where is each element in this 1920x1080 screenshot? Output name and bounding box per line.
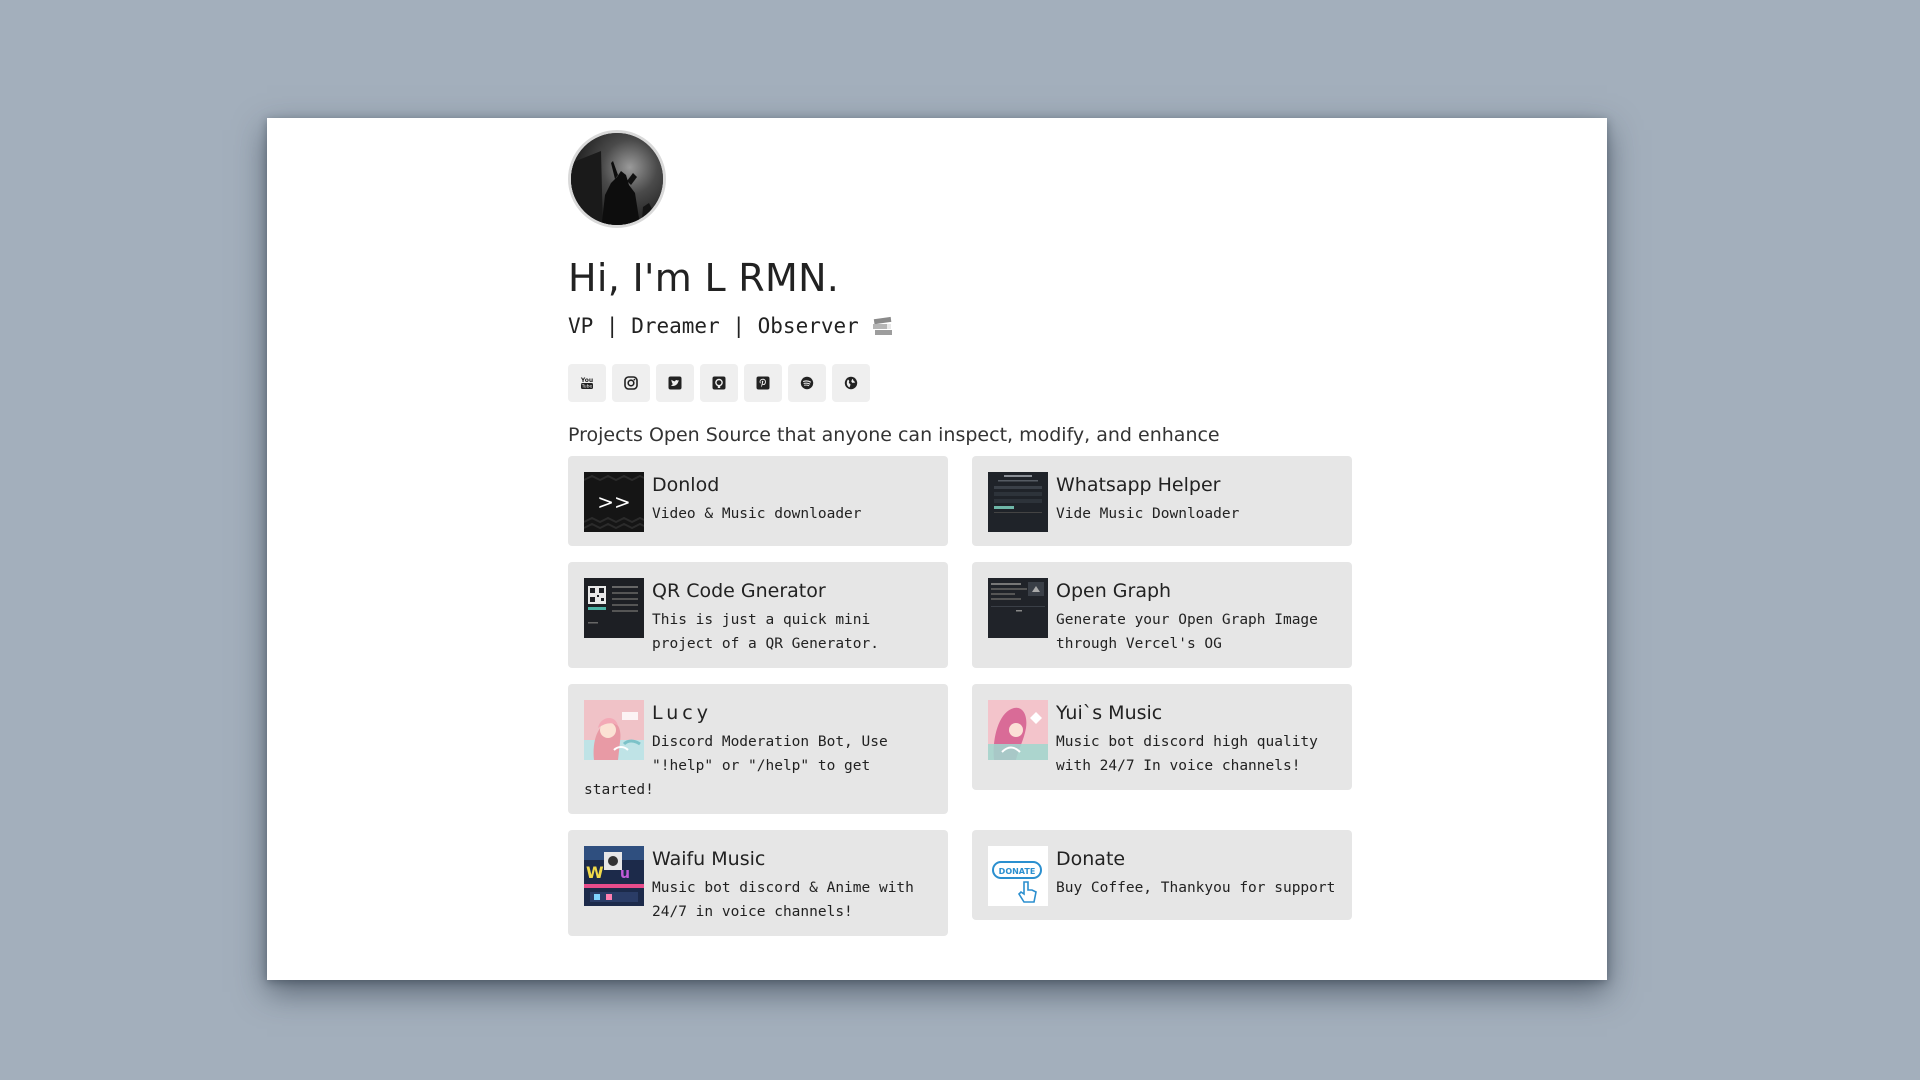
- project-thumbnail: DONATE: [988, 846, 1048, 906]
- spotify-link[interactable]: [788, 364, 826, 402]
- project-card-yuis-music[interactable]: Yui`s Music Music bot discord high quali…: [972, 684, 1352, 790]
- github-link[interactable]: [700, 364, 738, 402]
- project-card-qr-generator[interactable]: QR Code Gnerator This is just a quick mi…: [568, 562, 948, 668]
- project-card-donlod[interactable]: >> Donlod Video & Music downloader: [568, 456, 948, 546]
- svg-text:u: u: [620, 866, 630, 882]
- website-link[interactable]: [832, 364, 870, 402]
- tagline: VP | Dreamer | Observer: [568, 314, 1352, 338]
- page-title: Hi, I'm L RMN.: [568, 256, 840, 300]
- svg-text:W: W: [586, 863, 604, 882]
- svg-text:>>: >>: [597, 490, 631, 514]
- youtube-link[interactable]: You Tube: [568, 364, 606, 402]
- pinterest-icon: [756, 376, 770, 390]
- svg-text:DONATE: DONATE: [999, 867, 1036, 876]
- books-icon: [871, 315, 895, 337]
- project-thumbnail: [988, 472, 1048, 532]
- globe-icon: [844, 376, 858, 390]
- youtube-icon: You Tube: [580, 377, 593, 390]
- project-thumbnail: [988, 700, 1048, 760]
- project-card-whatsapp-helper[interactable]: Whatsapp Helper Vide Music Downloader: [972, 456, 1352, 546]
- project-thumbnail: [584, 700, 644, 760]
- project-card-lucy[interactable]: Lucy Discord Moderation Bot, Use "!help"…: [568, 684, 948, 814]
- twitter-link[interactable]: [656, 364, 694, 402]
- project-card-open-graph[interactable]: Open Graph Generate your Open Graph Imag…: [972, 562, 1352, 668]
- project-card-donate[interactable]: DONATE Donate Buy Coffee, Thankyou for s…: [972, 830, 1352, 920]
- avatar: [568, 130, 666, 228]
- twitter-icon: [668, 376, 682, 390]
- projects-intro: Projects Open Source that anyone can ins…: [568, 424, 1220, 446]
- project-thumbnail: W u: [584, 846, 644, 906]
- pinterest-link[interactable]: [744, 364, 782, 402]
- svg-text:Tube: Tube: [581, 384, 593, 390]
- project-thumbnail: >>: [584, 472, 644, 532]
- project-thumbnail: [988, 578, 1048, 638]
- project-thumbnail: [584, 578, 644, 638]
- github-icon: [712, 376, 726, 390]
- browser-page: Hi, I'm L RMN. VP | Dreamer | Observer Y…: [267, 118, 1607, 980]
- svg-text:You: You: [580, 377, 593, 384]
- spotify-icon: [800, 376, 814, 390]
- social-links: You Tube: [568, 364, 1352, 402]
- project-card-waifu-music[interactable]: W u Waifu Music Music bot discord & Anim…: [568, 830, 948, 936]
- main-content: Hi, I'm L RMN. VP | Dreamer | Observer Y…: [568, 130, 1352, 936]
- instagram-icon: [624, 376, 638, 390]
- tagline-text: VP | Dreamer | Observer: [568, 314, 859, 338]
- projects-grid: >> Donlod Video & Music downloader Whats…: [568, 456, 1352, 936]
- instagram-link[interactable]: [612, 364, 650, 402]
